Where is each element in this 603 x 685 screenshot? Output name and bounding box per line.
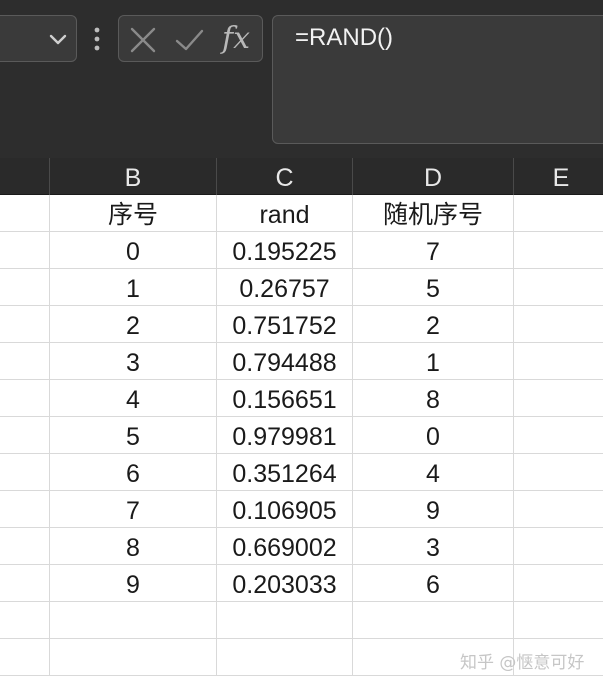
table-row: 4 0.156651 8 (0, 380, 603, 417)
cell-b[interactable]: 2 (50, 306, 217, 343)
cell-e[interactable] (514, 343, 603, 380)
cell-b[interactable]: 6 (50, 454, 217, 491)
cell-e[interactable] (514, 528, 603, 565)
cell-e[interactable] (514, 491, 603, 528)
table-row: 7 0.106905 9 (0, 491, 603, 528)
cell-a[interactable] (0, 454, 50, 491)
cell-c[interactable] (217, 639, 353, 676)
column-header-e[interactable]: E (514, 158, 603, 195)
formula-bar-area: fx =RAND() (0, 0, 603, 158)
chevron-down-icon[interactable] (48, 29, 68, 49)
cell-e[interactable] (514, 565, 603, 602)
cell-b[interactable]: 8 (50, 528, 217, 565)
cell-e[interactable] (514, 417, 603, 454)
watermark: 知乎 @惬意可好 (460, 653, 585, 673)
cell-a[interactable] (0, 269, 50, 306)
cell-d[interactable]: 3 (353, 528, 514, 565)
cell-d[interactable] (353, 602, 514, 639)
formula-input[interactable]: =RAND() (272, 15, 603, 144)
cell-c[interactable]: 0.106905 (217, 491, 353, 528)
cell-a[interactable] (0, 306, 50, 343)
cell-a[interactable] (0, 491, 50, 528)
column-header-c[interactable]: C (217, 158, 353, 195)
cell-c[interactable]: 0.26757 (217, 269, 353, 306)
cell-c[interactable]: 0.195225 (217, 232, 353, 269)
table-row: 9 0.203033 6 (0, 565, 603, 602)
cell-a[interactable] (0, 528, 50, 565)
cell-a[interactable] (0, 343, 50, 380)
cell-e[interactable] (514, 306, 603, 343)
table-row: 1 0.26757 5 (0, 269, 603, 306)
cell-d[interactable]: 0 (353, 417, 514, 454)
cell-b[interactable]: 9 (50, 565, 217, 602)
cell-b[interactable]: 4 (50, 380, 217, 417)
column-headers: B C D E (0, 158, 603, 195)
cell-d[interactable]: 5 (353, 269, 514, 306)
cell-c[interactable]: 0.351264 (217, 454, 353, 491)
cell-c[interactable]: 0.669002 (217, 528, 353, 565)
cell-b[interactable]: 5 (50, 417, 217, 454)
table-row: 0 0.195225 7 (0, 232, 603, 269)
cell-a[interactable] (0, 639, 50, 676)
formula-text: =RAND() (295, 24, 394, 51)
cell-a[interactable] (0, 195, 50, 232)
cell-c[interactable]: 0.156651 (217, 380, 353, 417)
cell-c[interactable]: 0.751752 (217, 306, 353, 343)
cell-e[interactable] (514, 602, 603, 639)
table-row (0, 602, 603, 639)
cell-c[interactable] (217, 602, 353, 639)
more-options-icon[interactable] (90, 26, 104, 52)
cell-b[interactable]: 3 (50, 343, 217, 380)
column-header-d[interactable]: D (353, 158, 514, 195)
cell-e[interactable] (514, 195, 603, 232)
cell-b[interactable]: 序号 (50, 195, 217, 232)
cell-e[interactable] (514, 232, 603, 269)
name-box[interactable] (0, 15, 77, 62)
cell-e[interactable] (514, 269, 603, 306)
cell-a[interactable] (0, 417, 50, 454)
cell-a[interactable] (0, 232, 50, 269)
formula-buttons: fx (118, 15, 263, 62)
cell-d[interactable]: 8 (353, 380, 514, 417)
cell-c[interactable]: 0.979981 (217, 417, 353, 454)
cell-a[interactable] (0, 602, 50, 639)
cell-d[interactable]: 9 (353, 491, 514, 528)
cell-grid: 序号 rand 随机序号 0 0.195225 7 1 0.26757 5 2 … (0, 195, 603, 685)
cell-c[interactable]: rand (217, 195, 353, 232)
table-row: 8 0.669002 3 (0, 528, 603, 565)
table-row: 6 0.351264 4 (0, 454, 603, 491)
table-row: 2 0.751752 2 (0, 306, 603, 343)
cancel-icon[interactable] (128, 25, 158, 55)
table-row: 3 0.794488 1 (0, 343, 603, 380)
cell-b[interactable]: 0 (50, 232, 217, 269)
cell-d[interactable]: 6 (353, 565, 514, 602)
cell-d[interactable]: 4 (353, 454, 514, 491)
cell-c[interactable]: 0.794488 (217, 343, 353, 380)
cell-a[interactable] (0, 565, 50, 602)
cell-b[interactable]: 1 (50, 269, 217, 306)
cell-a[interactable] (0, 380, 50, 417)
cell-e[interactable] (514, 380, 603, 417)
spreadsheet-app: fx =RAND() B C D E 序号 rand 随机序号 0 0.1952… (0, 0, 603, 685)
column-header-b[interactable]: B (50, 158, 217, 195)
cell-e[interactable] (514, 454, 603, 491)
check-icon[interactable] (174, 25, 204, 55)
table-row: 5 0.979981 0 (0, 417, 603, 454)
insert-function-button[interactable]: fx (222, 21, 258, 57)
cell-d[interactable]: 7 (353, 232, 514, 269)
cell-c[interactable]: 0.203033 (217, 565, 353, 602)
cell-d[interactable]: 2 (353, 306, 514, 343)
column-header-a[interactable] (0, 158, 50, 195)
cell-d[interactable]: 随机序号 (353, 195, 514, 232)
cell-b[interactable]: 7 (50, 491, 217, 528)
cell-b[interactable] (50, 602, 217, 639)
cell-b[interactable] (50, 639, 217, 676)
table-row: 序号 rand 随机序号 (0, 195, 603, 232)
cell-d[interactable]: 1 (353, 343, 514, 380)
